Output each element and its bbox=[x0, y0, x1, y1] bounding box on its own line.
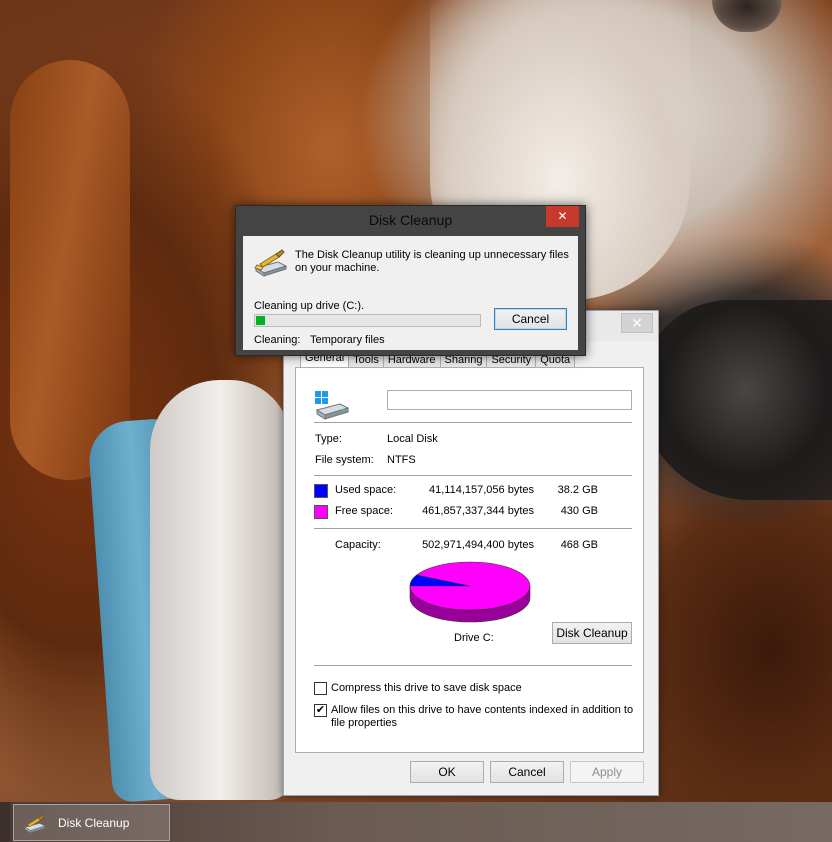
wallpaper-nose bbox=[640, 300, 832, 500]
divider bbox=[314, 475, 632, 476]
apply-button[interactable]: Apply bbox=[570, 761, 644, 783]
cancel-button[interactable]: Cancel bbox=[490, 761, 564, 783]
taskbar: Disk Cleanup bbox=[0, 802, 832, 842]
dialog-body: The Disk Cleanup utility is cleaning up … bbox=[243, 236, 578, 350]
dialog-title[interactable]: Disk Cleanup bbox=[236, 212, 585, 228]
capacity-gb: 468 GB bbox=[560, 539, 598, 551]
disk-cleanup-dialog: Disk Cleanup ✕ The Disk Cleanup utility … bbox=[235, 205, 586, 356]
type-label: Type: bbox=[315, 433, 342, 445]
used-space-gb: 38.2 GB bbox=[557, 484, 598, 496]
cleaning-label: Cleaning: bbox=[254, 334, 301, 346]
index-checkbox[interactable]: ✔ bbox=[314, 704, 327, 717]
index-label[interactable]: Allow files on this drive to have conten… bbox=[331, 704, 633, 716]
cleanup-progress-bar bbox=[254, 314, 481, 327]
wallpaper-chest bbox=[150, 380, 290, 800]
divider bbox=[314, 528, 632, 529]
taskbar-disk-cleanup-button[interactable]: Disk Cleanup bbox=[13, 804, 170, 841]
drive-status-text: Cleaning up drive (C:). bbox=[254, 300, 365, 312]
filesystem-label: File system: bbox=[315, 454, 374, 466]
ok-button[interactable]: OK bbox=[410, 761, 484, 783]
divider bbox=[314, 665, 632, 666]
disk-cleanup-icon bbox=[24, 814, 46, 834]
disk-cleanup-button[interactable]: Disk Cleanup bbox=[552, 622, 632, 644]
free-space-swatch bbox=[314, 505, 328, 519]
free-space-label: Free space: bbox=[335, 505, 394, 517]
drive-label: Drive C: bbox=[454, 632, 494, 644]
disk-usage-pie bbox=[409, 561, 531, 623]
wallpaper-ear bbox=[10, 60, 130, 480]
type-value: Local Disk bbox=[387, 433, 438, 445]
windows-drive-icon bbox=[315, 391, 350, 420]
used-space-label: Used space: bbox=[335, 484, 397, 496]
capacity-label: Capacity: bbox=[335, 539, 381, 551]
wallpaper-eye bbox=[712, 0, 782, 32]
dialog-close-button[interactable]: ✕ bbox=[546, 206, 579, 227]
filesystem-value: NTFS bbox=[387, 454, 416, 466]
progress-fill bbox=[256, 316, 265, 325]
index-label-continued[interactable]: file properties bbox=[331, 717, 397, 729]
free-space-gb: 430 GB bbox=[560, 505, 598, 517]
taskbar-start-edge[interactable] bbox=[0, 802, 10, 842]
used-space-bytes: 41,114,157,056 bytes bbox=[429, 484, 534, 496]
dialog-cancel-button[interactable]: Cancel bbox=[494, 308, 567, 330]
free-space-bytes: 461,857,337,344 bytes bbox=[422, 505, 534, 517]
properties-close-button[interactable]: ✕ bbox=[621, 313, 653, 333]
taskbar-button-label: Disk Cleanup bbox=[58, 816, 130, 830]
disk-cleanup-icon bbox=[254, 249, 288, 277]
compress-label[interactable]: Compress this drive to save disk space bbox=[331, 682, 522, 694]
capacity-bytes: 502,971,494,400 bytes bbox=[422, 539, 534, 551]
cleaning-item: Temporary files bbox=[310, 334, 385, 346]
drive-name-input[interactable] bbox=[387, 390, 632, 410]
general-tab-panel: Type: Local Disk File system: NTFS Used … bbox=[295, 367, 644, 753]
divider bbox=[314, 422, 632, 423]
drive-properties-window: ✕ General Tools Hardware Sharing Securit… bbox=[283, 310, 659, 796]
dialog-message: The Disk Cleanup utility is cleaning up … bbox=[295, 249, 569, 274]
used-space-swatch bbox=[314, 484, 328, 498]
compress-checkbox[interactable] bbox=[314, 682, 327, 695]
